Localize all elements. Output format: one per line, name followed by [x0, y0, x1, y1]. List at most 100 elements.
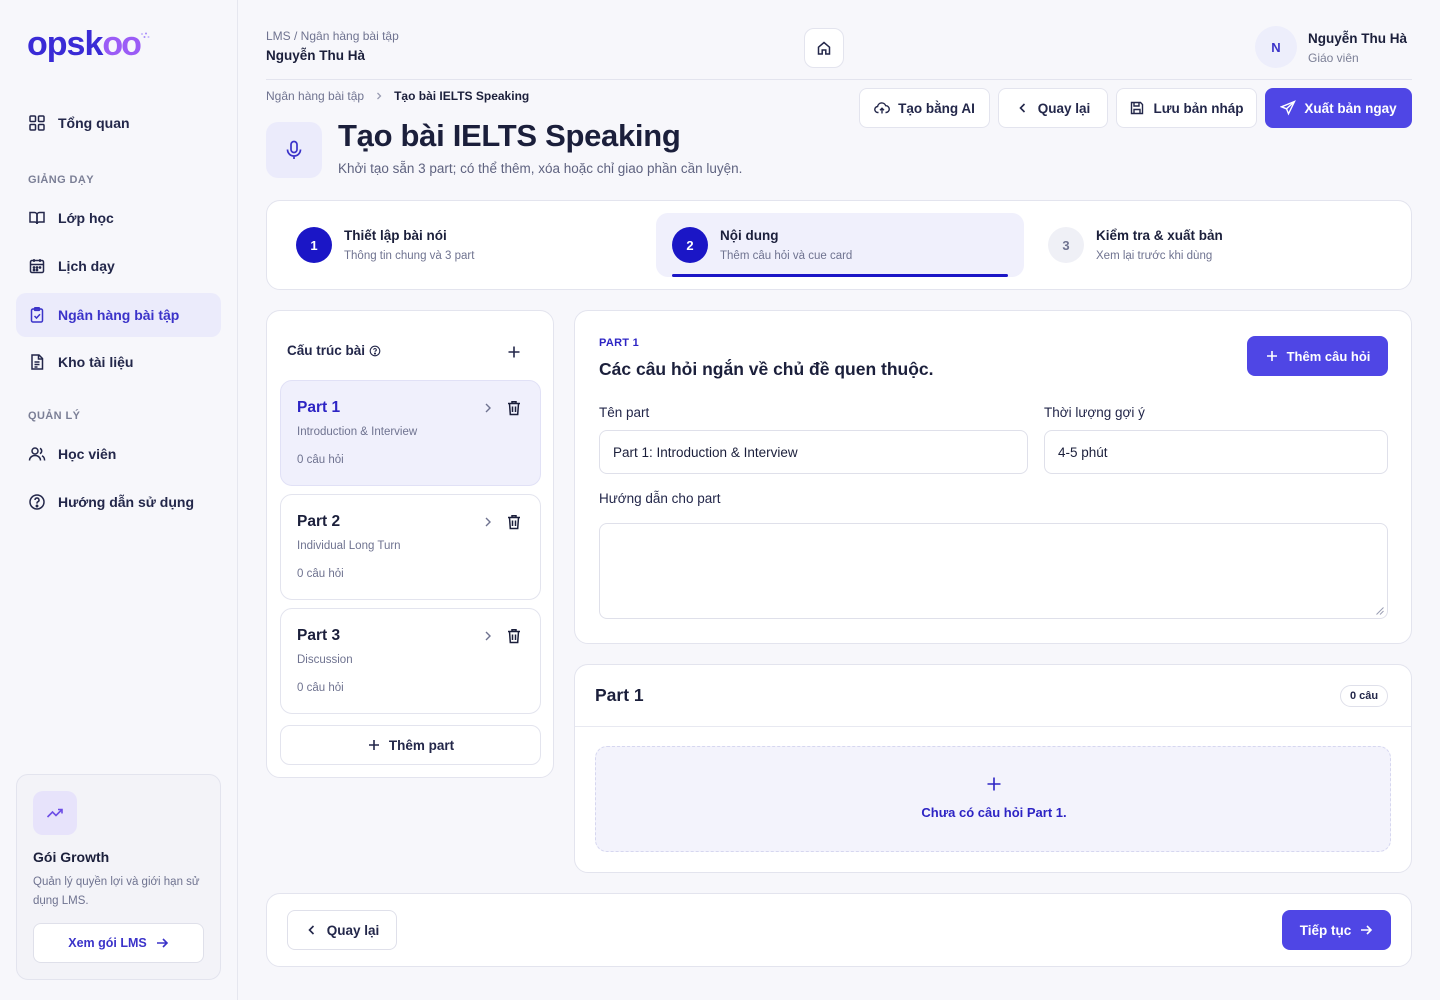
back-label: Quay lại [326, 922, 380, 938]
trash-icon[interactable] [505, 513, 523, 531]
avatar[interactable]: N [1255, 26, 1297, 68]
breadcrumb-parent[interactable]: Ngân hàng bài tập [266, 89, 364, 103]
profile-name: Nguyễn Thu Hà [1308, 31, 1408, 46]
clipboard-check-icon [30, 307, 44, 323]
publish-now-button[interactable]: Xuất bản ngay [1265, 88, 1412, 128]
microphone-icon [286, 140, 302, 159]
guide-textarea[interactable] [599, 523, 1388, 619]
duration-input[interactable]: 4-5 phút [1044, 430, 1388, 474]
page-title: Tạo bài IELTS Speaking [338, 118, 681, 153]
users-icon [28, 447, 46, 461]
step-review[interactable]: 3 Kiểm tra & xuất bản Xem lại trước khi … [1032, 213, 1392, 277]
structure-panel: Cấu trúc bài Part 1 Introduction & Inter… [266, 310, 554, 778]
part-desc: Individual Long Turn [297, 540, 401, 552]
logo[interactable]: opsk oo [27, 25, 150, 63]
step-title: Nội dung [720, 228, 779, 243]
add-part-label: Thêm part [388, 737, 455, 753]
plan-card: Gói Growth Quản lý quyền lợi và giới hạn… [16, 774, 221, 980]
sidebar-item-label: Lịch dạy [58, 258, 115, 274]
part-item-2[interactable]: Part 2 Individual Long Turn 0 câu hỏi [280, 494, 541, 600]
sidebar-item-label: Học viên [58, 446, 117, 462]
sidebar-item-students[interactable]: Học viên [16, 432, 221, 476]
chevron-right-icon[interactable] [481, 629, 495, 643]
add-question-button[interactable]: Thêm câu hỏi [1247, 336, 1388, 376]
save-draft-label: Lưu bản nháp [1153, 100, 1244, 116]
logo-tail: oo [102, 25, 142, 63]
breadcrumb: Ngân hàng bài tập Tạo bài IELTS Speaking [266, 89, 529, 103]
step-subtitle: Thêm câu hỏi và cue card [720, 250, 853, 262]
part-name-input[interactable]: Part 1: Introduction & Interview [599, 430, 1028, 474]
back-label: Quay lại [1037, 100, 1091, 116]
grid-icon [29, 115, 45, 131]
home-icon [817, 41, 831, 55]
info-icon[interactable] [369, 345, 381, 357]
page-subtitle: Khởi tạo sẵn 3 part; có thể thêm, xóa ho… [338, 161, 743, 176]
plan-title: Gói Growth [33, 849, 110, 865]
back-button-top[interactable]: Quay lại [998, 88, 1108, 128]
add-part-plus-icon[interactable] [505, 343, 523, 361]
plus-icon [987, 777, 1001, 791]
part-desc: Introduction & Interview [297, 426, 418, 438]
step-number: 1 [296, 227, 332, 263]
sidebar-item-schedule[interactable]: Lịch dạy [16, 244, 221, 288]
continue-button[interactable]: Tiếp tục [1282, 910, 1391, 950]
view-plan-button[interactable]: Xem gói LMS [33, 923, 204, 963]
empty-questions-dropzone[interactable]: Chưa có câu hỏi Part 1. [595, 746, 1391, 852]
step-title: Kiểm tra & xuất bản [1096, 228, 1223, 243]
chevron-left-icon [1019, 103, 1025, 113]
part-item-3[interactable]: Part 3 Discussion 0 câu hỏi [280, 608, 541, 714]
plan-icon-box [33, 791, 77, 835]
stepper: 1 Thiết lập bài nói Thông tin chung và 3… [266, 200, 1412, 290]
step-content[interactable]: 2 Nội dung Thêm câu hỏi và cue card [656, 213, 1024, 277]
sidebar-item-documents[interactable]: Kho tài liệu [16, 340, 221, 384]
chevron-right-icon [377, 92, 382, 100]
home-button[interactable] [804, 28, 844, 68]
step-setup[interactable]: 1 Thiết lập bài nói Thông tin chung và 3… [280, 213, 640, 277]
add-part-button[interactable]: Thêm part [280, 725, 541, 765]
arrow-right-icon [156, 938, 168, 948]
chevron-right-icon[interactable] [481, 515, 495, 529]
plus-icon [368, 740, 379, 750]
plus-icon [1266, 351, 1277, 361]
empty-questions-text: Chưa có câu hỏi Part 1. [921, 805, 1067, 820]
nav-section-teaching: GIẢNG DẠY [28, 174, 94, 186]
trash-icon[interactable] [505, 399, 523, 417]
editor-title: Các câu hỏi ngắn về chủ đề quen thuộc. [599, 359, 934, 379]
sidebar-item-label: Ngân hàng bài tập [58, 307, 180, 323]
part-count: 0 câu hỏi [297, 454, 344, 466]
part-name: Part 1 [297, 399, 341, 416]
back-button[interactable]: Quay lại [287, 910, 397, 950]
resize-handle-icon[interactable] [1375, 606, 1384, 615]
structure-heading-label: Cấu trúc bài [287, 343, 366, 358]
questions-divider [575, 726, 1411, 727]
part-item-1[interactable]: Part 1 Introduction & Interview 0 câu hỏ… [280, 380, 541, 486]
sidebar-item-label: Kho tài liệu [58, 354, 134, 370]
breadcrumb-current: Tạo bài IELTS Speaking [394, 89, 530, 103]
create-with-ai-label: Tạo bằng AI [898, 100, 975, 116]
sidebar-item-exercise-bank[interactable]: Ngân hàng bài tập [16, 293, 221, 337]
save-draft-button[interactable]: Lưu bản nháp [1116, 88, 1257, 128]
view-plan-label: Xem gói LMS [68, 936, 147, 950]
sidebar-item-classes[interactable]: Lớp học [16, 196, 221, 240]
sidebar-item-overview[interactable]: Tổng quan [16, 101, 221, 145]
step-subtitle: Xem lại trước khi dùng [1096, 250, 1213, 262]
part-count: 0 câu hỏi [297, 568, 344, 580]
chevron-right-icon[interactable] [481, 401, 495, 415]
part-name: Part 3 [297, 627, 341, 644]
sidebar-item-label: Hướng dẫn sử dụng [58, 494, 194, 510]
part-desc: Discussion [297, 654, 353, 666]
profile-role: Giáo viên [1308, 51, 1359, 65]
add-question-label: Thêm câu hỏi [1286, 348, 1371, 364]
page-title-icon-box [266, 122, 322, 178]
structure-heading: Cấu trúc bài [287, 343, 381, 358]
trash-icon[interactable] [505, 627, 523, 645]
step-active-indicator [672, 274, 1008, 277]
part-editor: PART 1 Các câu hỏi ngắn về chủ đề quen t… [574, 310, 1412, 644]
save-icon [1131, 101, 1144, 115]
questions-panel: Part 1 0 câu Chưa có câu hỏi Part 1. [574, 664, 1412, 873]
part-count: 0 câu hỏi [297, 682, 344, 694]
create-with-ai-button[interactable]: Tạo bằng AI [859, 88, 990, 128]
top-user-name: Nguyễn Thu Hà [266, 48, 366, 63]
help-circle-icon [29, 494, 45, 510]
sidebar-item-help[interactable]: Hướng dẫn sử dụng [16, 480, 221, 524]
